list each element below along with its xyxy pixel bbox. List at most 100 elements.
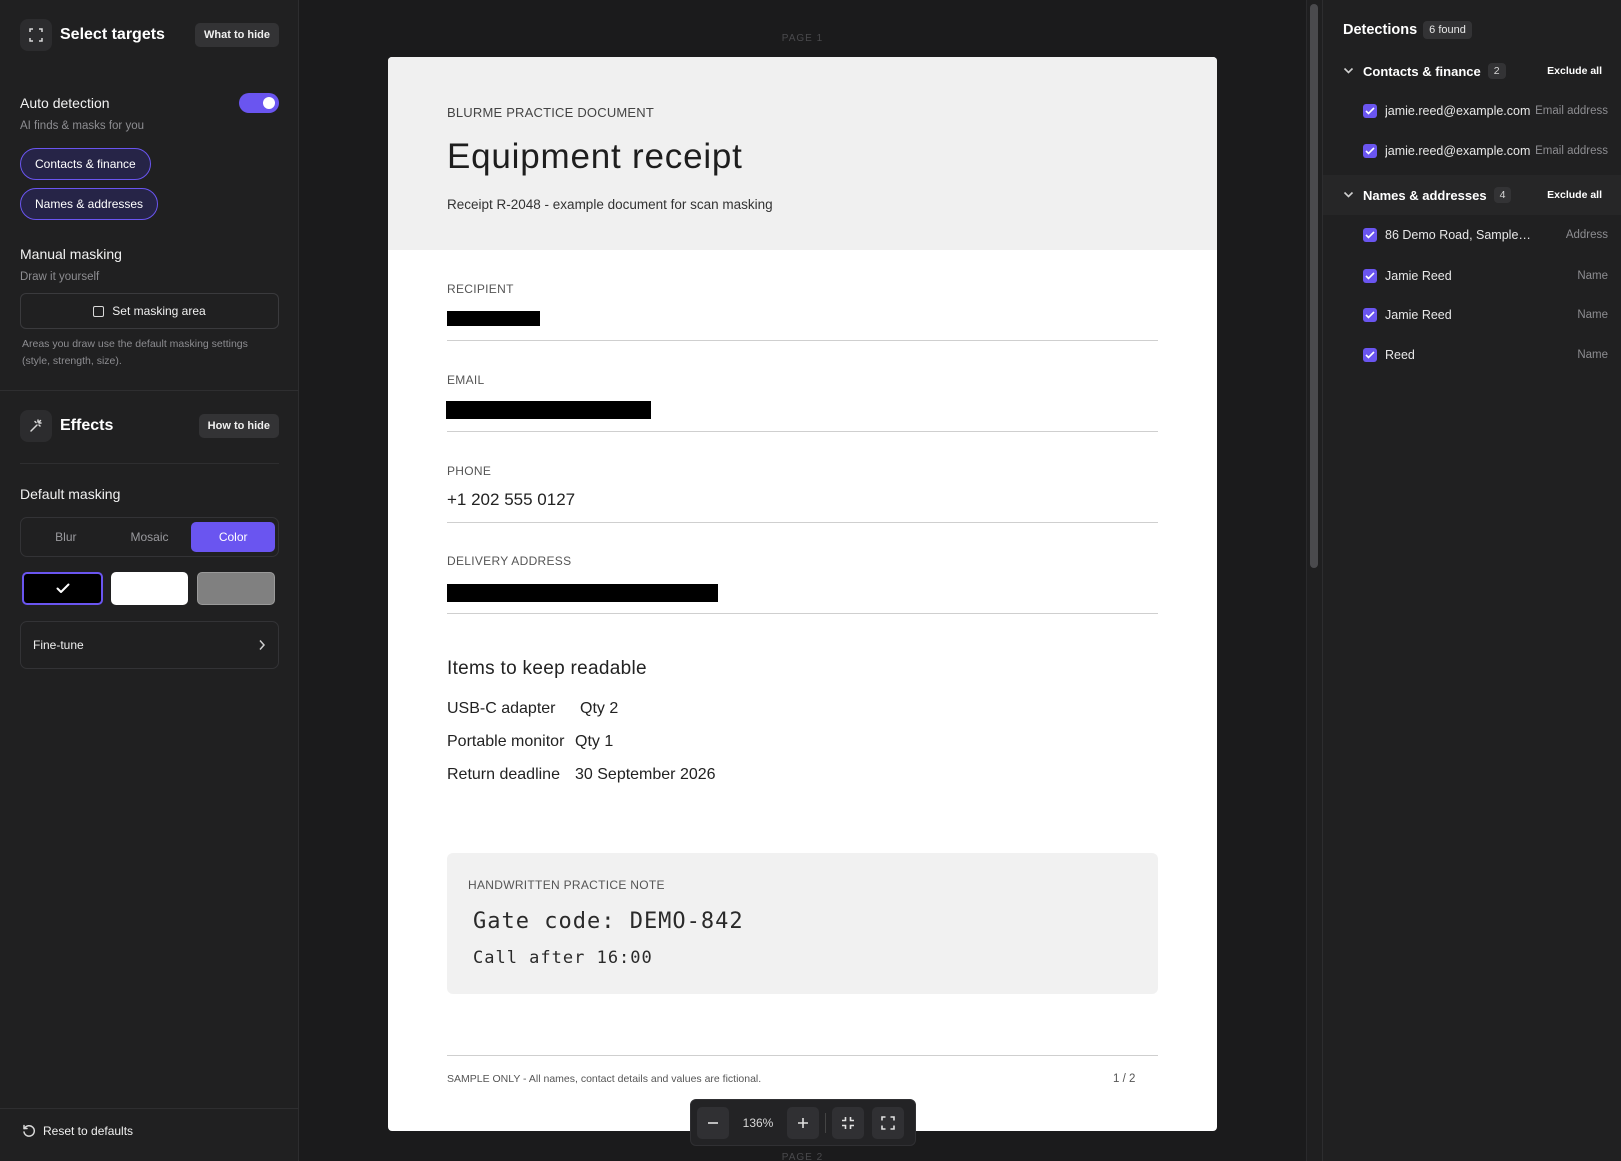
chevron-right-icon xyxy=(259,640,266,650)
mode-mosaic[interactable]: Mosaic xyxy=(108,522,192,552)
chip-contacts-finance[interactable]: Contacts & finance xyxy=(20,148,151,180)
checkbox-checked[interactable] xyxy=(1363,348,1377,362)
manual-masking-label: Manual masking xyxy=(20,246,122,262)
checkbox-checked[interactable] xyxy=(1363,308,1377,322)
detection-row[interactable]: jamie.reed@example.com Email address xyxy=(1363,140,1608,162)
field-divider xyxy=(447,613,1158,614)
select-targets-header: Select targets What to hide xyxy=(20,19,279,51)
group-name: Names & addresses xyxy=(1363,187,1487,203)
email-label: EMAIL xyxy=(447,373,485,387)
reset-to-defaults-button[interactable]: Reset to defaults xyxy=(22,1124,133,1138)
field-divider xyxy=(447,340,1158,341)
exclude-all-button[interactable]: Exclude all xyxy=(1547,189,1602,201)
detections-count-badge: 6 found xyxy=(1423,21,1472,39)
masking-mode-selector: Blur Mosaic Color xyxy=(20,517,279,557)
effects-header: Effects How to hide xyxy=(20,410,279,442)
group-names-addresses[interactable]: Names & addresses 4 Exclude all xyxy=(1323,175,1621,215)
chip-names-addresses[interactable]: Names & addresses xyxy=(20,188,159,220)
detection-type: Name xyxy=(1577,349,1608,361)
mode-blur[interactable]: Blur xyxy=(24,522,108,552)
item-row: USB-C adapter Qty 2 xyxy=(447,700,618,718)
chevron-down-icon xyxy=(1343,186,1357,204)
document-page[interactable]: BLURME PRACTICE DOCUMENT Equipment recei… xyxy=(388,57,1217,1131)
zoom-in-button[interactable] xyxy=(787,1106,819,1139)
checkbox-checked[interactable] xyxy=(1363,228,1377,242)
check-icon xyxy=(1365,351,1375,359)
swatch-gray[interactable] xyxy=(197,572,275,605)
toolbar-separator xyxy=(825,1112,826,1133)
handwritten-note-card: HANDWRITTEN PRACTICE NOTE Gate code: DEM… xyxy=(447,853,1158,994)
email-redaction[interactable] xyxy=(446,401,651,419)
check-icon xyxy=(1365,107,1375,115)
handwritten-line-1: Gate code: DEMO-842 xyxy=(473,909,744,934)
item-value: Qty 2 xyxy=(580,700,619,717)
fit-to-page-button[interactable] xyxy=(832,1106,864,1139)
auto-detection-label: Auto detection xyxy=(20,95,110,111)
checkbox-checked[interactable] xyxy=(1363,269,1377,283)
effects-title: Effects xyxy=(60,417,114,434)
manual-masking-subtitle: Draw it yourself xyxy=(20,271,100,283)
document-title: Equipment receipt xyxy=(447,137,743,176)
plus-icon xyxy=(798,1117,808,1128)
field-divider xyxy=(447,431,1158,432)
item-name: Portable monitor xyxy=(447,733,565,750)
page-number: 1 / 2 xyxy=(1113,1073,1136,1085)
detection-value: 86 Demo Road, Sampleton, 2... xyxy=(1385,228,1531,242)
fullscreen-button[interactable] xyxy=(872,1106,904,1139)
reset-icon xyxy=(23,1124,35,1137)
page-label-bottom: PAGE 2 xyxy=(781,1152,824,1161)
document-kicker: BLURME PRACTICE DOCUMENT xyxy=(447,105,655,120)
detection-value: jamie.reed@example.com xyxy=(1385,104,1531,118)
how-to-hide-button[interactable]: How to hide xyxy=(198,414,279,438)
item-row: Return deadline 30 September 2026 xyxy=(447,766,716,784)
zoom-out-button[interactable] xyxy=(697,1106,729,1139)
detections-header: Detections 6 found xyxy=(1343,21,1472,39)
item-value: Qty 1 xyxy=(575,733,614,750)
swatch-black[interactable] xyxy=(22,572,103,605)
address-redaction[interactable] xyxy=(447,584,718,602)
default-masking-label: Default masking xyxy=(20,486,121,502)
focus-frame-icon xyxy=(20,19,52,51)
recipient-redaction[interactable] xyxy=(447,311,540,326)
detection-row[interactable]: 86 Demo Road, Sampleton, 2... Address xyxy=(1363,224,1608,246)
detection-value: Reed xyxy=(1385,348,1415,362)
check-icon xyxy=(56,583,69,593)
reset-label: Reset to defaults xyxy=(43,1124,134,1138)
checkbox-checked[interactable] xyxy=(1363,104,1377,118)
detection-type: Name xyxy=(1577,270,1608,282)
items-title: Items to keep readable xyxy=(447,658,647,679)
phone-label: PHONE xyxy=(447,464,492,478)
scrollbar-thumb[interactable] xyxy=(1310,4,1318,568)
checkbox-checked[interactable] xyxy=(1363,144,1377,158)
check-icon xyxy=(1365,231,1375,239)
detection-type: Name xyxy=(1577,309,1608,321)
detection-value: Jamie Reed xyxy=(1385,269,1452,283)
detection-value: Jamie Reed xyxy=(1385,308,1452,322)
mode-color[interactable]: Color xyxy=(191,522,276,552)
detection-row[interactable]: jamie.reed@example.com Email address xyxy=(1363,100,1608,122)
section-divider xyxy=(20,463,279,464)
swatch-white[interactable] xyxy=(111,572,188,605)
auto-detection-toggle[interactable] xyxy=(239,93,279,113)
auto-detection-subtitle: AI finds & masks for you xyxy=(20,120,144,132)
group-name: Contacts & finance xyxy=(1363,63,1481,79)
exclude-all-button[interactable]: Exclude all xyxy=(1547,65,1602,77)
manual-masking-note: Areas you draw use the default masking s… xyxy=(22,338,248,367)
handwritten-line-2: Call after 16:00 xyxy=(473,948,653,968)
fine-tune-button[interactable]: Fine-tune xyxy=(20,621,279,669)
detection-row[interactable]: Reed Name xyxy=(1363,344,1608,366)
select-targets-title: Select targets xyxy=(60,26,165,43)
document-canvas[interactable]: PAGE 1 BLURME PRACTICE DOCUMENT Equipmen… xyxy=(299,0,1306,1161)
detection-row[interactable]: Jamie Reed Name xyxy=(1363,304,1608,326)
group-contacts-finance[interactable]: Contacts & finance 2 Exclude all xyxy=(1323,51,1621,91)
collapse-icon xyxy=(842,1116,854,1129)
settings-sidebar: Select targets What to hide Auto detecti… xyxy=(0,0,299,1161)
detection-row[interactable]: Jamie Reed Name xyxy=(1363,265,1608,287)
set-masking-area-button[interactable]: Set masking area xyxy=(20,293,279,329)
group-count: 4 xyxy=(1493,187,1512,203)
set-masking-area-label: Set masking area xyxy=(112,304,206,318)
what-to-hide-button[interactable]: What to hide xyxy=(195,23,279,47)
section-divider xyxy=(0,1108,299,1109)
check-icon xyxy=(1365,272,1375,280)
detection-type: Address xyxy=(1565,229,1608,241)
